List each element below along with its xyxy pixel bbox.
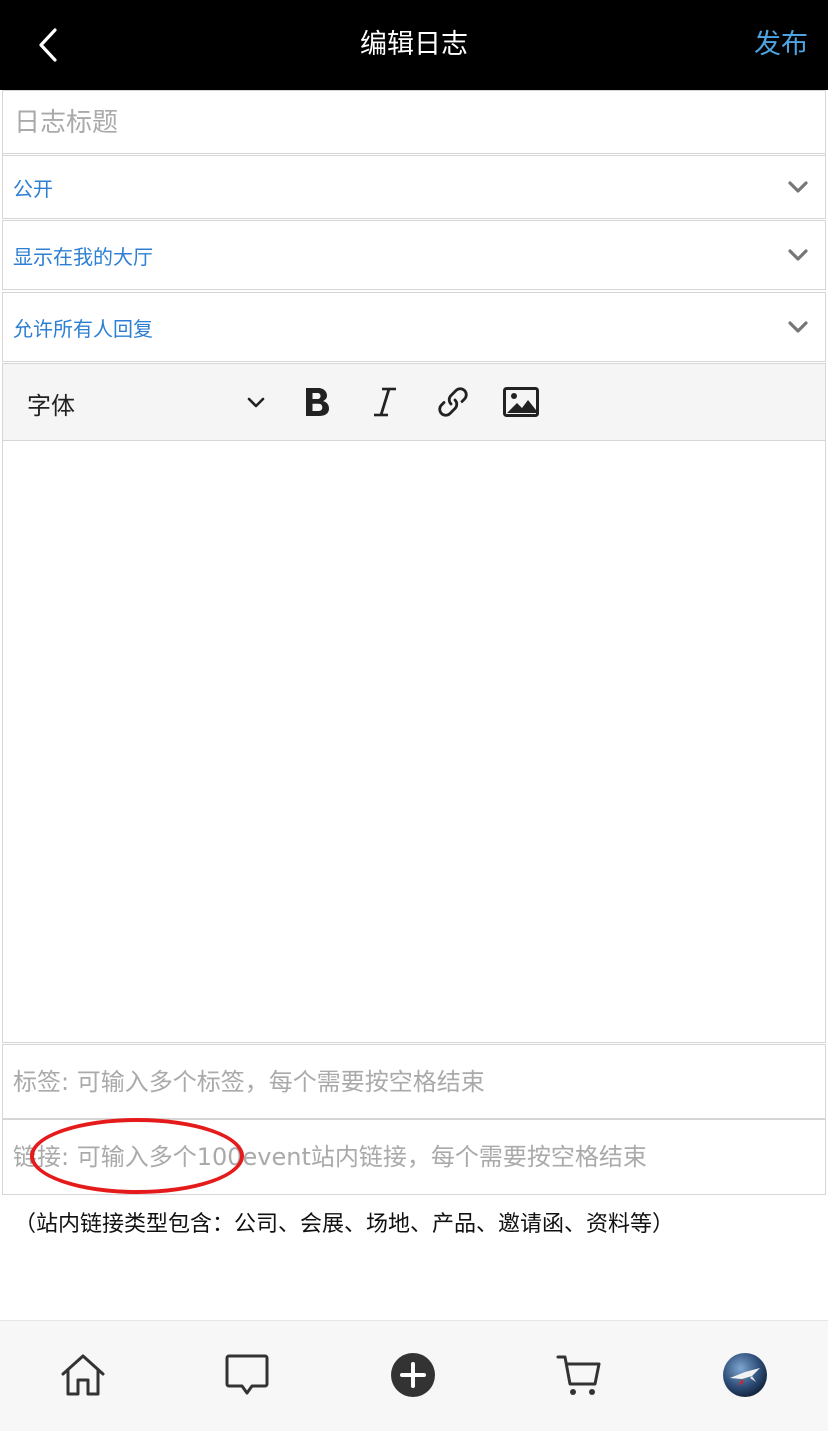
chevron-down-icon bbox=[788, 321, 808, 333]
link-icon bbox=[438, 387, 468, 417]
font-label: 字体 bbox=[27, 391, 75, 420]
page-title: 编辑日志 bbox=[360, 29, 468, 60]
tags-input[interactable] bbox=[2, 1044, 826, 1119]
tab-add[interactable] bbox=[383, 1345, 443, 1405]
add-icon bbox=[391, 1353, 435, 1397]
font-select[interactable]: 字体 bbox=[27, 364, 269, 442]
editor-toolbar: 字体 bbox=[2, 363, 826, 441]
tab-cart[interactable] bbox=[549, 1345, 609, 1405]
image-icon bbox=[503, 387, 539, 417]
tab-profile[interactable] bbox=[715, 1345, 775, 1405]
visibility-value: 公开 bbox=[13, 176, 53, 201]
chevron-down-icon bbox=[788, 249, 808, 261]
top-bar: 编辑日志 发布 bbox=[0, 0, 828, 90]
display-value: 显示在我的大厅 bbox=[13, 244, 153, 269]
bold-button[interactable] bbox=[297, 382, 337, 422]
message-icon bbox=[225, 1354, 269, 1395]
italic-icon bbox=[374, 387, 396, 417]
publish-button[interactable]: 发布 bbox=[754, 0, 808, 90]
cart-icon bbox=[556, 1355, 601, 1395]
chevron-down-icon bbox=[247, 397, 265, 408]
reply-permission-value: 允许所有人回复 bbox=[13, 316, 153, 341]
reply-permission-select[interactable]: 允许所有人回复 bbox=[2, 292, 826, 362]
bold-icon bbox=[306, 388, 329, 416]
links-input[interactable] bbox=[2, 1119, 826, 1195]
tab-messages[interactable] bbox=[217, 1345, 277, 1405]
image-button[interactable] bbox=[501, 382, 541, 422]
avatar bbox=[723, 1353, 767, 1397]
display-select[interactable]: 显示在我的大厅 bbox=[2, 220, 826, 290]
chevron-down-icon bbox=[788, 181, 808, 193]
home-icon bbox=[61, 1354, 105, 1396]
tab-home[interactable] bbox=[53, 1345, 113, 1405]
visibility-select[interactable]: 公开 bbox=[2, 155, 826, 219]
link-types-note: （站内链接类型包含：公司、会展、场地、产品、邀请函、资料等） bbox=[14, 1212, 675, 1237]
content-editor[interactable] bbox=[2, 441, 826, 1043]
bottom-tab-bar bbox=[0, 1320, 828, 1431]
link-button[interactable] bbox=[433, 382, 473, 422]
title-input[interactable] bbox=[2, 92, 826, 154]
italic-button[interactable] bbox=[365, 382, 405, 422]
